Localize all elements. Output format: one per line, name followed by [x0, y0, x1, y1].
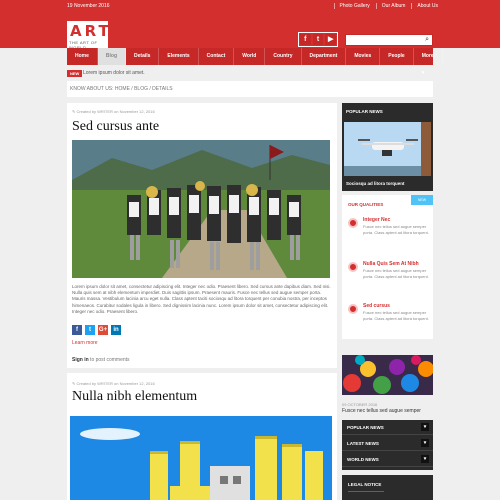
blog-post: ✎ Created by WRITER on November 12, 2016…	[67, 103, 337, 368]
twitter-icon[interactable]: t	[312, 34, 324, 45]
widget-heading: POPULAR NEWS	[346, 109, 383, 114]
google-plus-share-icon[interactable]: G+	[98, 325, 108, 335]
quality-desc: Fusce nec tellus sed augue semper porta.…	[363, 268, 429, 279]
quality-title: Sed cursus	[363, 303, 390, 309]
chevron-down-icon: ▾	[421, 455, 429, 463]
main-nav: Home Blog Details Elements Contact World…	[67, 48, 443, 76]
tab-latest-news[interactable]: LATEST NEWS ▾	[342, 436, 433, 451]
news-caption[interactable]: Fusce nec tellus sed augue semper	[342, 408, 421, 414]
breadcrumb: KNOW ABOUT US: HOME / BLOG / DETAILS	[67, 81, 433, 97]
post-title[interactable]: Sed cursus ante	[72, 119, 159, 135]
popular-news-caption[interactable]: Sociosqu ad litora torquent	[346, 181, 405, 186]
current-date: 19 November 2016	[67, 3, 110, 9]
quality-desc: Fusce nec tellus sed augue semper porta.…	[363, 310, 429, 321]
nav-world[interactable]: World	[234, 48, 266, 65]
about-us-link[interactable]: About Us	[411, 3, 438, 9]
chevron-down-icon: ▾	[421, 423, 429, 431]
colorful-balls-photo[interactable]	[342, 355, 433, 395]
band-photo[interactable]	[72, 140, 330, 278]
nav-department[interactable]: Department	[302, 48, 347, 65]
news-tabs-widget: POPULAR NEWS ▾ LATEST NEWS ▾ WORLD NEWS …	[342, 420, 433, 470]
tab-popular-news[interactable]: POPULAR NEWS ▾	[342, 420, 433, 435]
photo-gallery-link[interactable]: Photo Gallery	[333, 3, 370, 9]
new-badge: NEW	[67, 70, 83, 77]
quality-title: Integer Nec	[363, 217, 391, 223]
nav-home[interactable]: Home	[67, 48, 98, 65]
bullet-icon	[348, 262, 358, 272]
twitter-share-icon[interactable]: t	[85, 325, 95, 335]
site-logo[interactable]: ART THE ART OF WORLD	[67, 21, 109, 50]
post-meta: ✎ Created by WRITER on November 12, 2016	[72, 381, 155, 386]
legal-notice-widget: LEGAL NOTICE	[342, 475, 433, 500]
new-corner-badge: NEW	[411, 195, 433, 205]
quality-desc: Fusce nec tellus sed augue semper porta.…	[363, 224, 429, 235]
tab-label: POPULAR NEWS	[347, 425, 384, 430]
ticker-text[interactable]: Lorem ipsum dolor sit amet.	[83, 70, 145, 76]
nav-country[interactable]: Country	[265, 48, 302, 65]
blog-post: ✎ Created by WRITER on November 12, 2016…	[67, 373, 337, 500]
our-album-link[interactable]: Our Album	[375, 3, 405, 9]
social-links: f t ▶	[298, 32, 338, 47]
nav-details[interactable]: Details	[126, 48, 160, 65]
linkedin-share-icon[interactable]: in	[111, 325, 121, 335]
chevron-down-icon: ▾	[421, 439, 429, 447]
nav-movies[interactable]: Movies	[346, 48, 381, 65]
post-title[interactable]: Nulla nibh elementum	[72, 389, 197, 405]
heading-underline	[348, 491, 384, 492]
nav-blog[interactable]: Blog	[97, 48, 127, 65]
nav-more[interactable]: More ▾	[414, 48, 443, 76]
facebook-icon[interactable]: f	[300, 34, 311, 45]
facebook-share-icon[interactable]: f	[72, 325, 82, 335]
tab-world-news[interactable]: WORLD NEWS ▾	[342, 452, 433, 467]
tab-label: WORLD NEWS	[347, 457, 379, 462]
sign-in-link[interactable]: Sign in	[72, 357, 89, 363]
bullet-icon	[348, 218, 358, 228]
logo-name: ART	[70, 22, 112, 40]
search-icon[interactable]: ⌕	[425, 36, 429, 44]
site-header: ART THE ART OF WORLD f t ▶ ⌕	[0, 12, 500, 50]
industrial-silos-photo[interactable]	[70, 416, 332, 500]
top-links: Photo Gallery Our Album About Us	[333, 3, 438, 9]
widget-heading: LEGAL NOTICE	[348, 482, 382, 487]
news-ticker: NEW Lorem ipsum dolor sit amet.	[67, 69, 433, 78]
drone-photo[interactable]	[344, 122, 431, 176]
search-box: ⌕	[345, 34, 433, 46]
top-bar: 19 November 2016 Photo Gallery Our Album…	[0, 0, 500, 12]
nav-contact[interactable]: Contact	[199, 48, 235, 65]
search-input[interactable]	[348, 36, 420, 45]
widget-heading: OUR QUALITIES	[348, 202, 384, 207]
signin-text: to post comments	[88, 357, 130, 363]
nav-elements[interactable]: Elements	[159, 48, 199, 65]
learn-more-link[interactable]: Learn more	[72, 340, 98, 346]
our-qualities-widget: OUR QUALITIES NEW Integer Nec Fusce nec …	[342, 195, 433, 339]
tab-label: LATEST NEWS	[347, 441, 379, 446]
bullet-icon	[348, 304, 358, 314]
news-date: 09 OCTOBER 2016	[342, 402, 378, 407]
share-buttons: f t G+ in	[72, 325, 121, 335]
popular-news-widget: POPULAR NEWS Sociosqu ad litora torquent	[342, 103, 433, 191]
comment-signin: Sign in to post comments	[72, 357, 130, 363]
post-meta: ✎ Created by WRITER on November 12, 2016	[72, 109, 155, 114]
youtube-icon[interactable]: ▶	[325, 34, 337, 45]
quality-title: Nulla Quis Sem At Nibh	[363, 261, 419, 267]
nav-people[interactable]: People	[380, 48, 414, 65]
post-excerpt: Lorem ipsum dolor sit amet, consectetur …	[72, 284, 331, 314]
